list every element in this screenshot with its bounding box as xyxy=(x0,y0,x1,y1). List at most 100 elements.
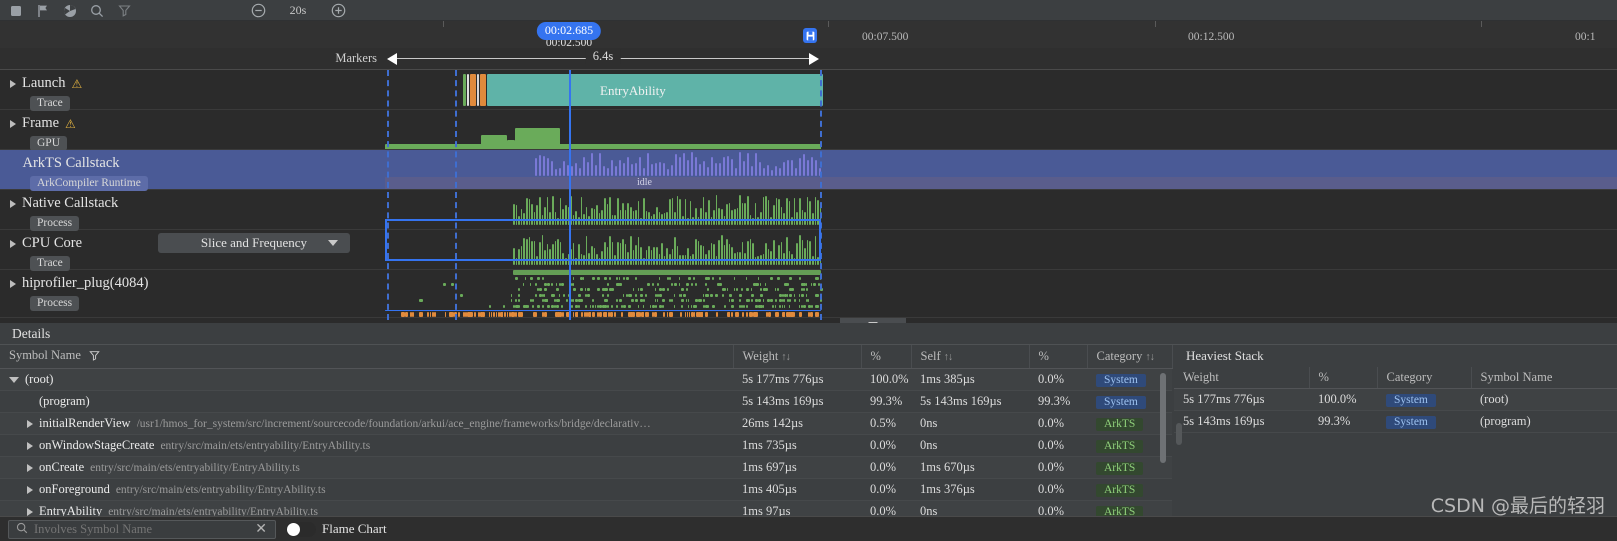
slice[interactable] xyxy=(463,74,466,106)
track-header-frame[interactable]: Frame ⚠ GPU xyxy=(0,110,385,151)
track-header-native-callstack[interactable]: Native Callstack Process xyxy=(0,190,385,231)
track-header-launch[interactable]: Launch ⚠ Trace xyxy=(0,70,385,111)
call-tree-scrollbar[interactable] xyxy=(1160,373,1166,463)
chevron-down-icon[interactable] xyxy=(9,376,19,383)
sort-icon[interactable]: ↑↓ xyxy=(944,352,953,363)
track-row-hiprofiler[interactable]: hiprofiler_plug(4084) Process xyxy=(0,270,1617,318)
selection-range-bar[interactable]: 6.4s xyxy=(387,49,819,65)
track-type-chip[interactable]: Process xyxy=(30,296,80,311)
flame-chart-toggle[interactable] xyxy=(286,522,316,537)
hs-col-pct[interactable]: % xyxy=(1309,367,1378,389)
table-row[interactable]: (root) 5s 177ms 776µs 100.0% 1ms 385µs 0.0% S… xyxy=(0,368,1172,391)
filter-icon[interactable] xyxy=(116,3,132,19)
close-icon[interactable]: ✕ xyxy=(255,522,267,537)
track-row-launch[interactable]: Launch ⚠ Trace EntryAbility xyxy=(0,70,1617,111)
zoom-out-icon[interactable] xyxy=(250,3,266,19)
hiprofiler-event-tick xyxy=(742,312,744,317)
zoom-in-icon[interactable] xyxy=(330,3,346,19)
track-row-native-callstack[interactable]: Native Callstack Process xyxy=(0,190,1617,231)
frame-bar[interactable] xyxy=(515,128,560,149)
range-arrow-right-icon[interactable] xyxy=(809,53,819,65)
track-canvas-arkts-callstack[interactable]: idle xyxy=(385,150,1617,189)
flag-icon[interactable] xyxy=(35,3,51,19)
search-input[interactable] xyxy=(34,522,256,537)
cell-symbol-name[interactable]: (program) xyxy=(0,390,733,413)
track-header-arkts-callstack[interactable]: ArkTS Callstack ArkCompiler Runtime xyxy=(0,150,385,191)
track-canvas-launch[interactable]: EntryAbility xyxy=(385,70,1617,109)
slice[interactable] xyxy=(480,74,486,106)
track-type-chip[interactable]: GPU xyxy=(30,136,68,151)
track-canvas-hiprofiler[interactable] xyxy=(385,270,1617,317)
col-symbol-name[interactable]: Symbol Name xyxy=(0,345,734,369)
col-weight[interactable]: Weight ↑↓ xyxy=(733,345,862,369)
frame-baseline[interactable] xyxy=(385,144,821,149)
cell-symbol-name[interactable]: onForeground entry/src/main/ets/entryabil… xyxy=(0,478,733,501)
table-row[interactable]: (program) 5s 143ms 169µs 99.3% 5s 143ms 169… xyxy=(0,390,1172,413)
cell-symbol-name[interactable]: (root) xyxy=(0,368,733,391)
filter-icon[interactable] xyxy=(89,350,100,365)
table-row[interactable]: 5s 143ms 169µs 99.3% System (program) xyxy=(1174,410,1617,433)
track-type-chip[interactable]: ArkCompiler Runtime xyxy=(30,176,148,191)
track-canvas-frame[interactable] xyxy=(385,110,1617,149)
search-container[interactable]: ✕ xyxy=(8,520,276,539)
table-row[interactable]: onCreate entry/src/main/ets/entryability/… xyxy=(0,456,1172,479)
hs-col-weight[interactable]: Weight xyxy=(1174,367,1310,389)
chevron-right-icon[interactable] xyxy=(27,463,33,472)
track-row-frame[interactable]: Frame ⚠ GPU xyxy=(0,110,1617,151)
chevron-right-icon[interactable] xyxy=(10,79,16,88)
range-arrow-left-icon[interactable] xyxy=(387,53,397,65)
chevron-right-icon[interactable] xyxy=(27,507,33,516)
sample-bar xyxy=(648,246,650,265)
pane-resize-grip[interactable] xyxy=(1176,423,1182,445)
cell-symbol-name[interactable]: onWindowStageCreate entry/src/main/ets/en… xyxy=(0,434,733,457)
slice[interactable] xyxy=(477,74,479,106)
chevron-right-icon[interactable] xyxy=(27,485,33,494)
save-icon[interactable] xyxy=(803,28,817,43)
table-row[interactable]: onWindowStageCreate entry/src/main/ets/en… xyxy=(0,434,1172,457)
table-row[interactable]: initialRenderView/usr1/hmos_for_system/s… xyxy=(0,412,1172,435)
chevron-right-icon[interactable] xyxy=(10,199,16,208)
table-row[interactable]: 5s 177ms 776µs 100.0% System (root) xyxy=(1174,388,1617,411)
frame-bar[interactable] xyxy=(507,140,515,149)
sort-icon[interactable]: ↑↓ xyxy=(781,352,790,363)
table-row[interactable]: onForeground entry/src/main/ets/entryabil… xyxy=(0,478,1172,501)
cell-symbol-name[interactable]: onCreate entry/src/main/ets/entryability/… xyxy=(0,456,733,479)
track-canvas-native-callstack[interactable] xyxy=(385,190,1617,229)
hs-col-symbol-name[interactable]: Symbol Name xyxy=(1471,367,1617,389)
track-row-arkts-callstack[interactable]: ArkTS Callstack ArkCompiler Runtime idle xyxy=(0,150,1617,191)
col-category[interactable]: Category ↑↓ xyxy=(1087,345,1173,369)
hiprofiler-event-tick xyxy=(429,312,431,317)
track-canvas-cpu-core[interactable] xyxy=(385,230,1617,269)
track-type-chip[interactable]: Process xyxy=(30,216,80,231)
chevron-right-icon[interactable] xyxy=(10,279,16,288)
idle-strip[interactable] xyxy=(385,177,1617,189)
track-type-chip[interactable]: Trace xyxy=(30,256,70,271)
col-self[interactable]: Self ↑↓ xyxy=(911,345,1030,369)
pie-slice-icon[interactable] xyxy=(62,3,78,19)
playhead-time-badge[interactable]: 00:02.685 xyxy=(536,22,602,40)
chevron-right-icon[interactable] xyxy=(10,119,16,128)
frame-bar[interactable] xyxy=(481,135,507,149)
cpu-core-mode-dropdown[interactable]: Slice and Frequency xyxy=(158,233,350,253)
chevron-right-icon[interactable] xyxy=(27,441,33,450)
chevron-right-icon[interactable] xyxy=(10,239,16,248)
col-weight-pct[interactable]: % xyxy=(861,345,912,369)
sample-bar xyxy=(663,212,666,225)
search-icon[interactable] xyxy=(89,3,105,19)
sort-icon[interactable]: ↑↓ xyxy=(1145,352,1154,363)
stop-icon[interactable] xyxy=(8,3,24,19)
chevron-right-icon[interactable] xyxy=(27,419,33,428)
track-header-cpu-core[interactable]: CPU Core Trace Slice and Frequency xyxy=(0,230,385,271)
hiprofiler-tick xyxy=(745,277,748,281)
call-tree-pane[interactable]: Symbol Name Weight ↑↓ % Self ↑↓ % Catego… xyxy=(0,345,1173,541)
symbol-name-label: (program) xyxy=(39,394,90,408)
col-self-pct[interactable]: % xyxy=(1029,345,1088,369)
cell-symbol-name[interactable]: initialRenderView/usr1/hmos_for_system/s… xyxy=(0,412,733,435)
track-row-cpu-core[interactable]: CPU Core Trace Slice and Frequency xyxy=(0,230,1617,271)
track-type-chip[interactable]: Trace xyxy=(30,96,70,111)
track-header-hiprofiler[interactable]: hiprofiler_plug(4084) Process xyxy=(0,270,385,317)
slice[interactable] xyxy=(467,74,469,106)
hs-col-category[interactable]: Category xyxy=(1377,367,1472,389)
slice[interactable] xyxy=(470,74,476,106)
col-label: Symbol Name xyxy=(9,348,81,362)
